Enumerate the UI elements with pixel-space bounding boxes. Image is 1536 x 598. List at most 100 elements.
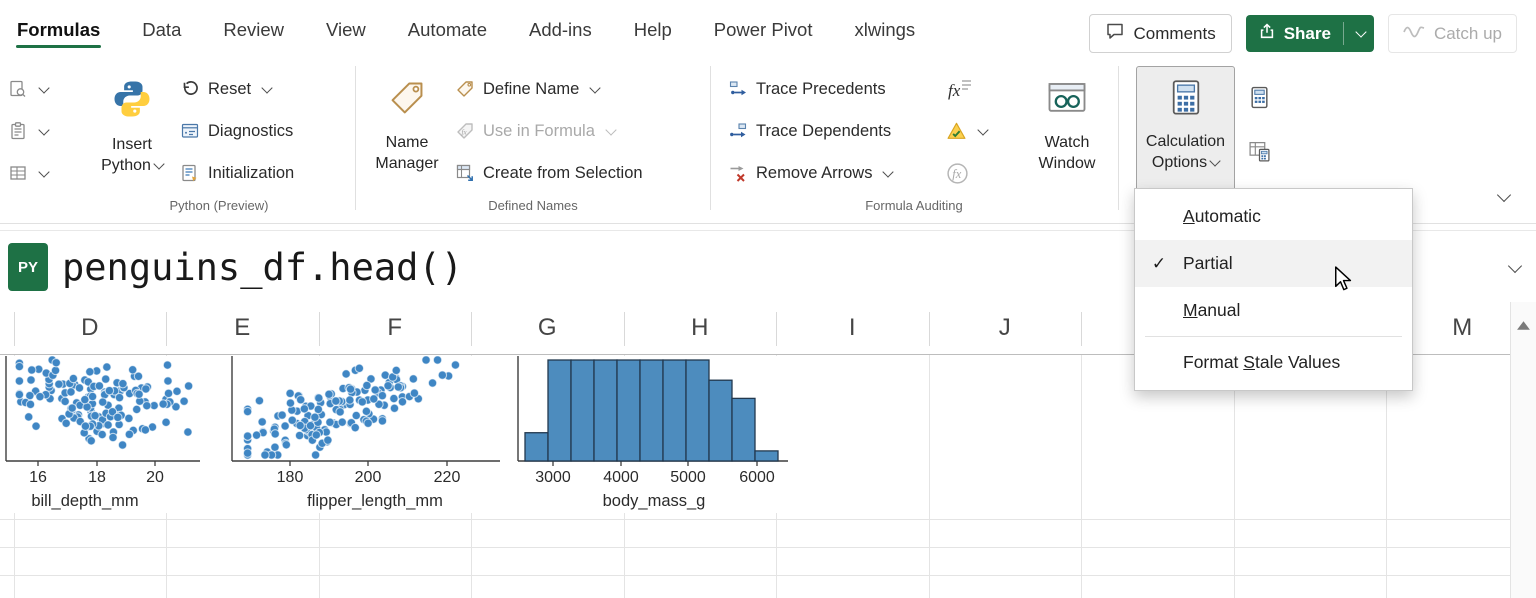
chevron-down-icon (38, 82, 49, 93)
gridline-vertical (1234, 355, 1235, 598)
calculate-now-button[interactable] (1248, 82, 1271, 112)
comments-button[interactable]: Comments (1089, 14, 1232, 53)
column-header-divider (1081, 312, 1082, 346)
watch-window-icon (1046, 78, 1088, 123)
insert-python-label-line2: Python (101, 157, 151, 174)
error-checking-button[interactable] (946, 116, 987, 146)
tab-review[interactable]: Review (222, 3, 285, 57)
column-header-H[interactable]: H (624, 302, 777, 354)
define-name-label: Define Name (483, 80, 579, 99)
group-divider (710, 66, 711, 210)
trace-dependents-button[interactable]: Trace Dependents (728, 116, 891, 146)
svg-text:3000: 3000 (535, 469, 571, 486)
comments-label: Comments (1134, 24, 1216, 44)
expand-formula-bar-chevron-icon[interactable] (1508, 259, 1522, 273)
catch-up-button[interactable]: Catch up (1388, 14, 1517, 53)
diagnostics-label: Diagnostics (208, 122, 293, 141)
trace-precedents-button[interactable]: Trace Precedents (728, 74, 886, 104)
menu-item-format-stale-values[interactable]: Format Stale Values (1135, 339, 1412, 386)
calculate-sheet-button[interactable] (1248, 136, 1271, 166)
collapsed-group-button-1[interactable] (8, 74, 48, 104)
calculation-options-button[interactable]: Calculation Options (1136, 66, 1235, 194)
tab-data[interactable]: Data (141, 3, 182, 57)
group-divider (1118, 66, 1119, 210)
formula-input[interactable]: penguins_df.head() (62, 246, 463, 289)
scroll-up-button[interactable] (1516, 318, 1531, 336)
reset-button[interactable]: Reset (180, 74, 271, 104)
collapsed-group-button-2[interactable] (8, 116, 48, 146)
svg-text:flipper_length_mm: flipper_length_mm (307, 492, 443, 510)
tab-xlwings[interactable]: xlwings (854, 3, 917, 57)
menubar: Formulas Data Review View Automate Add-ins Hel… (0, 0, 1536, 60)
remove-arrows-icon (728, 163, 748, 183)
python-cell-badge: PY (8, 243, 48, 291)
column-header-E[interactable]: E (166, 302, 319, 354)
name-manager-button[interactable]: NameManager (370, 66, 444, 194)
svg-text:fx: fx (952, 167, 961, 181)
paste-search-icon (8, 79, 28, 99)
top-actions: Comments Share Catch up (1089, 14, 1517, 53)
menu-item-label: Format Stale Values (1183, 352, 1340, 373)
name-manager-label-line1: Name (386, 134, 429, 151)
share-dropdown-arrow[interactable] (1344, 15, 1374, 52)
tab-view[interactable]: View (325, 3, 367, 57)
watch-window-button[interactable]: WatchWindow (1028, 66, 1106, 194)
svg-text:20: 20 (146, 469, 164, 486)
reset-icon (180, 79, 200, 99)
clipboard-icon (8, 121, 28, 141)
tab-automate[interactable]: Automate (407, 3, 488, 57)
column-header-I[interactable]: I (776, 302, 929, 354)
svg-text:bill_depth_mm: bill_depth_mm (31, 492, 138, 510)
create-from-selection-button[interactable]: Create from Selection (455, 158, 643, 188)
diagnostics-button[interactable]: Diagnostics (180, 116, 293, 146)
reset-label: Reset (208, 80, 251, 99)
watch-window-label-line2: Window (1039, 155, 1096, 172)
charts-layer[interactable]: 161820bill_depth_mm180200220flipper_leng… (0, 356, 800, 520)
svg-text:18: 18 (88, 469, 106, 486)
collapse-ribbon-chevron-icon[interactable] (1497, 188, 1511, 202)
tab-help[interactable]: Help (633, 3, 673, 57)
calculator-icon (1167, 79, 1205, 122)
column-header-G[interactable]: G (471, 302, 624, 354)
calculation-options-label-line1: Calculation (1146, 133, 1225, 150)
tab-power-pivot[interactable]: Power Pivot (713, 3, 814, 57)
column-header-F[interactable]: F (319, 302, 472, 354)
column-header-D[interactable]: D (14, 302, 167, 354)
calculation-options-label-line2: Options (1152, 154, 1207, 171)
chevron-down-icon (38, 124, 49, 135)
show-formulas-icon: fx (946, 77, 974, 101)
chevron-down-icon (1209, 156, 1220, 167)
create-from-selection-label: Create from Selection (483, 164, 643, 183)
use-in-formula-button[interactable]: fx Use in Formula (455, 116, 615, 146)
trace-precedents-label: Trace Precedents (756, 80, 886, 99)
menu-tabs: Formulas Data Review View Automate Add-ins Hel… (16, 0, 916, 60)
catch-up-label: Catch up (1434, 24, 1502, 44)
svg-text:200: 200 (355, 469, 382, 486)
remove-arrows-label: Remove Arrows (756, 164, 872, 183)
initialization-button[interactable]: Initialization (180, 158, 294, 188)
remove-arrows-button[interactable]: Remove Arrows (728, 158, 892, 188)
svg-text:fx: fx (462, 129, 468, 137)
calculation-options-menu: Automatic ✓PartialManual Format Stale Valu… (1134, 188, 1413, 391)
excel-window: Formulas Data Review View Automate Add-ins Hel… (0, 0, 1536, 598)
menu-item-label: Automatic (1183, 206, 1261, 227)
share-button[interactable]: Share (1246, 15, 1374, 52)
show-formulas-button[interactable]: fx (946, 74, 974, 104)
menu-item-manual[interactable]: Manual (1135, 287, 1412, 334)
column-header-J[interactable]: J (929, 302, 1082, 354)
evaluate-formula-button[interactable]: fx (946, 158, 969, 188)
vertical-scrollbar[interactable] (1510, 302, 1536, 598)
chevron-down-icon (977, 124, 988, 135)
python-logo-icon (111, 78, 153, 125)
collapsed-group-button-3[interactable] (8, 158, 48, 188)
tab-add-ins[interactable]: Add-ins (528, 3, 593, 57)
chevron-down-icon (590, 82, 601, 93)
insert-python-label-line1: Insert (112, 136, 152, 153)
gridline-vertical (1081, 355, 1082, 598)
menu-item-automatic[interactable]: Automatic (1135, 193, 1412, 240)
menu-item-partial[interactable]: ✓Partial (1135, 240, 1412, 287)
define-name-button[interactable]: Define Name (455, 74, 599, 104)
comment-bubble-icon (1105, 21, 1125, 46)
tab-formulas[interactable]: Formulas (16, 3, 101, 57)
insert-python-button[interactable]: Insert Python (100, 66, 164, 194)
